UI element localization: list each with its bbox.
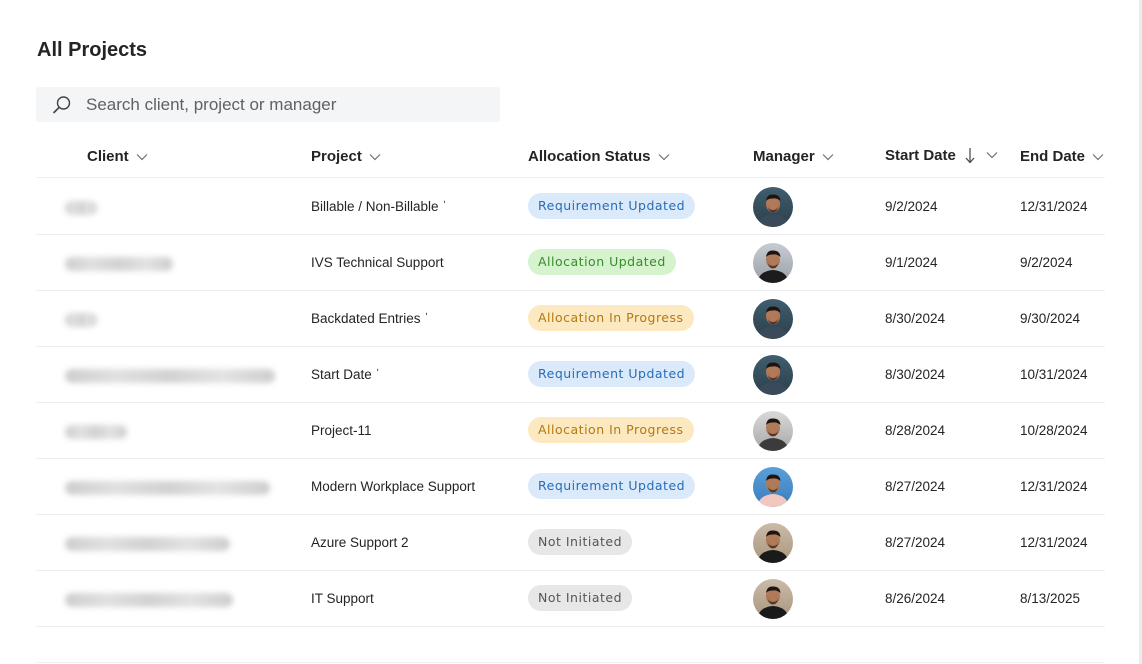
end-date: 10/31/2024: [1020, 367, 1088, 382]
search-input[interactable]: [84, 93, 488, 116]
client-name-redacted: [65, 313, 97, 327]
column-header-project[interactable]: Project: [311, 148, 381, 165]
project-name[interactable]: Billable / Non-Billable ˈ: [311, 199, 447, 214]
column-header-label: Start Date: [885, 146, 956, 164]
chevron-down-icon: [1092, 153, 1104, 160]
chevron-down-icon: [822, 153, 834, 160]
sort-descending-arrow-icon: [965, 148, 975, 164]
project-name[interactable]: Azure Support 2: [311, 535, 409, 550]
client-name-redacted: [65, 369, 275, 383]
manager-avatar[interactable]: [753, 187, 793, 227]
column-header-label: Client: [87, 148, 129, 165]
manager-avatar[interactable]: [753, 299, 793, 339]
table-row[interactable]: Modern Workplace Support Requirement Upda…: [20, 459, 1105, 515]
client-name-redacted: [65, 537, 230, 551]
client-name-redacted: [65, 593, 233, 607]
allocation-status-badge: Allocation Updated: [528, 249, 676, 275]
end-date: 9/2/2024: [1020, 255, 1073, 270]
search-box[interactable]: [36, 87, 500, 122]
column-header-label: Allocation Status: [528, 148, 651, 165]
page-title: All Projects: [37, 39, 148, 61]
end-date: 12/31/2024: [1020, 535, 1088, 550]
allocation-status-badge: Not Initiated: [528, 585, 633, 611]
manager-avatar[interactable]: [753, 579, 793, 619]
table-row[interactable]: Billable / Non-Billable ˈ Requirement Upd…: [20, 179, 1105, 235]
table-row[interactable]: Azure Support 2 Not Initiated 8/27/2024 12/…: [20, 515, 1105, 571]
project-name[interactable]: IT Support: [311, 591, 374, 606]
manager-avatar[interactable]: [753, 355, 793, 395]
manager-avatar[interactable]: [753, 411, 793, 451]
start-date: 8/30/2024: [885, 367, 946, 382]
start-date: 8/30/2024: [885, 311, 946, 326]
project-name[interactable]: Start Date ˈ: [311, 367, 380, 382]
column-header-end-date[interactable]: End Date: [1020, 148, 1104, 165]
column-header-label: End Date: [1020, 148, 1086, 165]
column-header-label: Manager: [753, 148, 815, 165]
allocation-status-badge: Requirement Updated: [528, 361, 696, 387]
row-divider: [36, 626, 1105, 627]
allocation-status-badge: Allocation In Progress: [528, 305, 694, 331]
start-date: 8/28/2024: [885, 423, 946, 438]
table-row[interactable]: Backdated Entries ˈ Allocation In Progres…: [20, 291, 1105, 347]
header-divider: [36, 177, 1105, 178]
column-header-allocation-status[interactable]: Allocation Status: [528, 148, 670, 165]
allocation-status-badge: Not Initiated: [528, 529, 633, 555]
table-row[interactable]: Start Date ˈ Requirement Updated 8/30/2024…: [20, 347, 1105, 403]
manager-avatar[interactable]: [753, 243, 793, 283]
start-date: 8/27/2024: [885, 535, 946, 550]
chevron-down-icon: [658, 153, 669, 160]
column-header-label: Project: [311, 148, 362, 165]
chevron-down-icon: [986, 152, 998, 159]
allocation-status-badge: Requirement Updated: [528, 473, 696, 499]
start-date: 9/2/2024: [885, 199, 938, 214]
end-date: 8/13/2025: [1020, 591, 1081, 606]
allocation-status-badge: Requirement Updated: [528, 193, 696, 219]
end-date: 9/30/2024: [1020, 311, 1081, 326]
manager-avatar[interactable]: [753, 467, 793, 507]
project-name[interactable]: Project-11: [311, 423, 372, 438]
end-date: 10/28/2024: [1020, 423, 1088, 438]
allocation-status-badge: Allocation In Progress: [528, 417, 694, 443]
search-icon: [53, 95, 71, 113]
start-date: 8/27/2024: [885, 479, 946, 494]
client-name-redacted: [65, 481, 270, 495]
client-name-redacted: [65, 425, 127, 439]
project-name[interactable]: Modern Workplace Support: [311, 479, 475, 494]
project-name[interactable]: Backdated Entries ˈ: [311, 311, 429, 326]
column-header-client[interactable]: Client: [87, 148, 148, 165]
start-date: 8/26/2024: [885, 591, 946, 606]
client-name-redacted: [65, 257, 173, 271]
table-row[interactable]: IT Support Not Initiated 8/26/2024 8/13/202…: [20, 571, 1105, 627]
project-name[interactable]: IVS Technical Support: [311, 255, 444, 270]
column-header-manager[interactable]: Manager: [753, 148, 834, 165]
end-date: 12/31/2024: [1020, 199, 1088, 214]
table-row[interactable]: Project-11 Allocation In Progress 8/28/202…: [20, 403, 1105, 459]
chevron-down-icon: [136, 153, 148, 160]
client-name-redacted: [65, 201, 97, 215]
start-date: 9/1/2024: [885, 255, 938, 270]
end-date: 12/31/2024: [1020, 479, 1088, 494]
chevron-down-icon: [369, 153, 381, 160]
table-bottom-divider: [36, 662, 1105, 663]
table-row[interactable]: IVS Technical Support Allocation Updated 9…: [20, 235, 1105, 291]
manager-avatar[interactable]: [753, 523, 793, 563]
column-header-start-date[interactable]: Start Date: [885, 146, 998, 164]
